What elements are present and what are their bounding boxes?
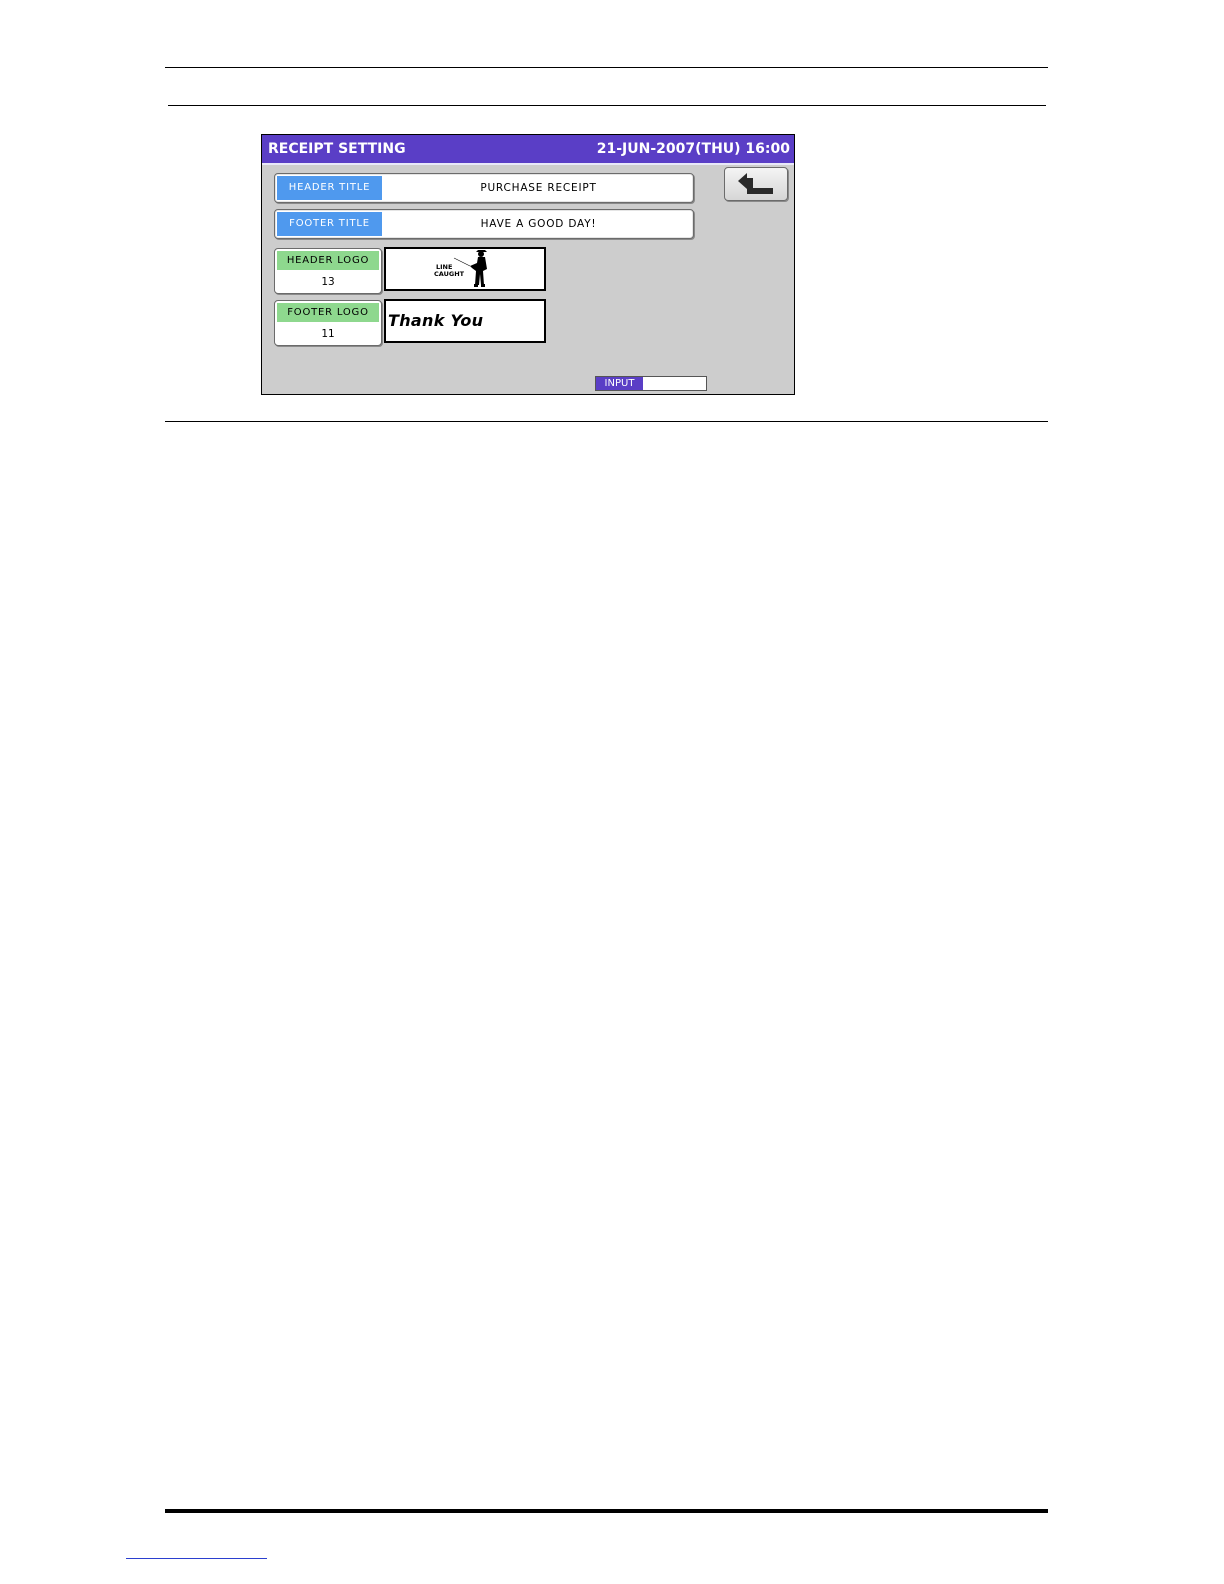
logo-text-caught: CAUGHT <box>434 270 465 278</box>
back-button[interactable] <box>724 167 788 201</box>
footer-logo-button[interactable]: FOOTER LOGO 11 <box>274 300 382 346</box>
footer-title-value: HAVE A GOOD DAY! <box>480 218 597 230</box>
input-label: INPUT <box>596 377 643 390</box>
input-box[interactable]: INPUT <box>595 376 707 391</box>
section-rule <box>165 421 1048 422</box>
header-logo-number: 13 <box>321 276 335 288</box>
date-time: 21-JUN-2007(THU) 16:00 <box>596 141 790 157</box>
header-title-value: PURCHASE RECEIPT <box>480 182 597 194</box>
header-logo-button[interactable]: HEADER LOGO 13 <box>274 248 382 294</box>
top-rule <box>165 67 1048 68</box>
receipt-setting-screen: RECEIPT SETTING 21-JUN-2007(THU) 16:00 H… <box>261 134 795 395</box>
fisherman-logo-image: LINE CAUGHT <box>434 250 487 287</box>
screen-title: RECEIPT SETTING <box>268 141 406 157</box>
footer-logo-preview: Thank You <box>384 299 546 343</box>
header-title-field[interactable]: HEADER TITLE PURCHASE RECEIPT <box>274 173 694 203</box>
footer-logo-label: FOOTER LOGO <box>277 303 379 322</box>
footer-rule <box>165 1509 1048 1513</box>
title-bar: RECEIPT SETTING 21-JUN-2007(THU) 16:00 <box>262 135 794 165</box>
header-logo-label: HEADER LOGO <box>277 251 379 270</box>
footer-title-label: FOOTER TITLE <box>277 212 382 236</box>
return-arrow-icon <box>738 173 773 194</box>
thank-you-logo-image: Thank You <box>388 311 484 330</box>
footer-title-field[interactable]: FOOTER TITLE HAVE A GOOD DAY! <box>274 209 694 239</box>
header-logo-preview: LINE CAUGHT <box>384 247 546 291</box>
header-title-label: HEADER TITLE <box>277 176 382 200</box>
footer-logo-number: 11 <box>321 328 335 340</box>
footer-link-underline <box>126 1558 267 1559</box>
second-rule <box>168 105 1046 106</box>
